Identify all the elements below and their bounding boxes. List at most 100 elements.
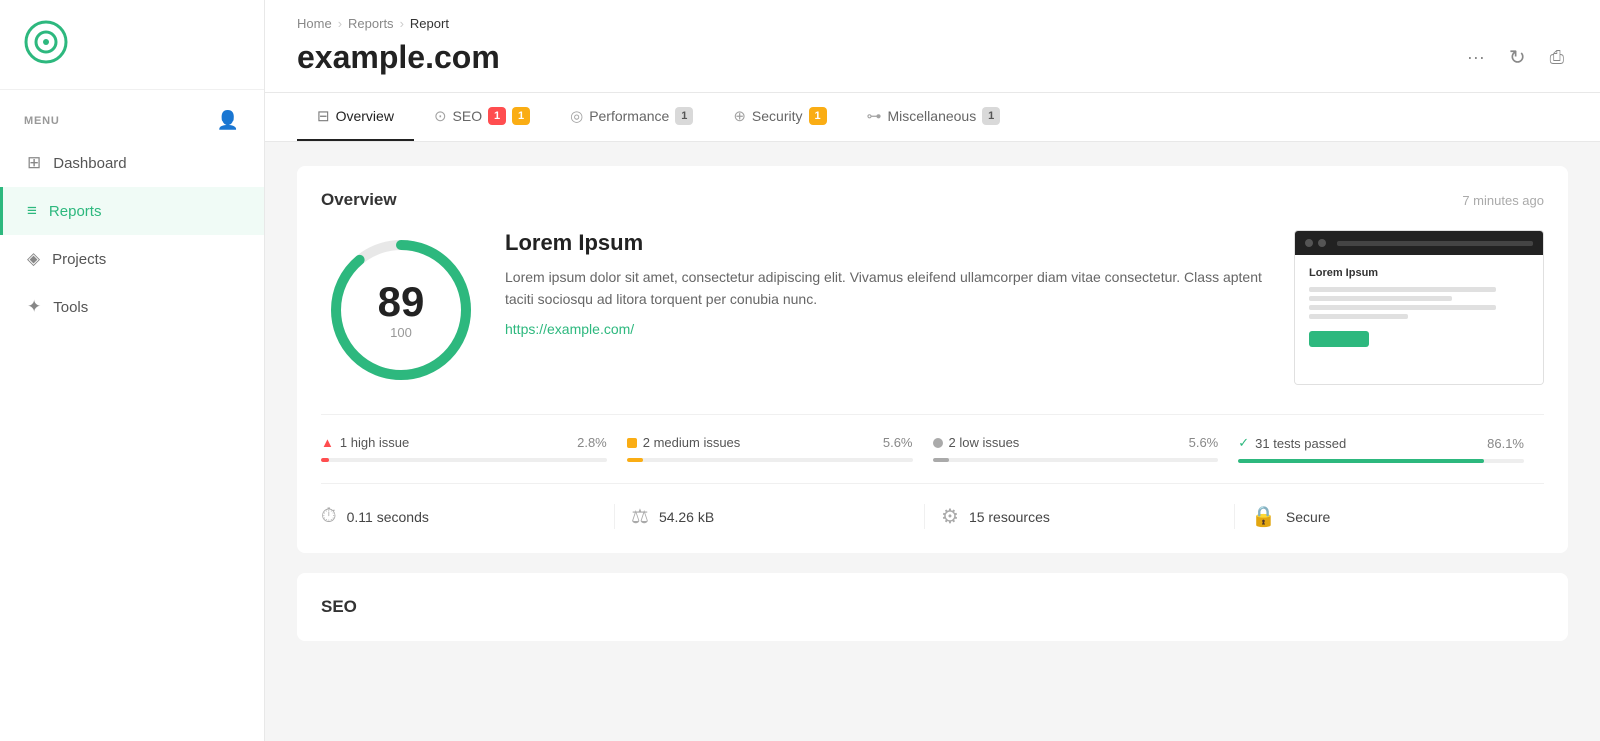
thumb-button: [1309, 331, 1369, 347]
seo-badge-yellow: 1: [512, 107, 530, 125]
performance-badge: 1: [675, 107, 693, 125]
overview-info-title: Lorem Ipsum: [505, 230, 1270, 256]
overview-info: Lorem Ipsum Lorem ipsum dolor sit amet, …: [505, 230, 1270, 339]
sidebar: MENU 👤 ⊞ Dashboard ≡ Reports ◈ Projects …: [0, 0, 265, 741]
issue-medium: 2 medium issues 5.6%: [627, 435, 933, 462]
sidebar-item-tools[interactable]: ✦ Tools: [0, 283, 264, 331]
seo-tab-icon: ⊙: [434, 107, 447, 125]
stats-row: ⏱ 0.11 seconds ⚖ 54.26 kB ⚙ 15 resources…: [321, 483, 1544, 529]
issues-row: ▲ 1 high issue 2.8% 2 medium issues 5.6%: [321, 414, 1544, 463]
thumb-body: Lorem Ipsum: [1295, 255, 1543, 384]
thumb-line-4: [1309, 314, 1408, 319]
high-issue-label: 1 high issue: [340, 435, 571, 450]
security-badge: 1: [809, 107, 827, 125]
passed-pct: 86.1%: [1487, 436, 1524, 451]
issue-medium-header: 2 medium issues 5.6%: [627, 435, 913, 450]
stat-resources: ⚙ 15 resources: [924, 504, 1234, 529]
passed-bar-fill: [1238, 459, 1484, 463]
dashboard-icon: ⊞: [27, 153, 41, 173]
medium-issue-pct: 5.6%: [883, 435, 913, 450]
overview-link[interactable]: https://example.com/: [505, 321, 634, 337]
sidebar-item-projects[interactable]: ◈ Projects: [0, 235, 264, 283]
issue-low-header: 2 low issues 5.6%: [933, 435, 1219, 450]
tools-icon: ✦: [27, 297, 41, 317]
misc-tab-icon: ⊶: [867, 107, 882, 125]
low-issue-icon: [933, 438, 943, 448]
performance-tab-icon: ◎: [570, 107, 583, 125]
medium-issue-bar-bg: [627, 458, 913, 462]
page-title: example.com: [297, 39, 500, 76]
high-issue-icon: ▲: [321, 435, 334, 450]
time-icon: ⏱: [321, 505, 337, 528]
score-circle: 89 100: [321, 230, 481, 390]
stat-security: 🔒 Secure: [1234, 504, 1544, 529]
issue-high-header: ▲ 1 high issue 2.8%: [321, 435, 607, 450]
security-tab-icon: ⊕: [733, 107, 746, 125]
tabs-bar: ⊟ Overview ⊙ SEO 1 1 ◎ Performance 1 ⊕ S…: [265, 93, 1600, 142]
size-icon: ⚖: [631, 504, 649, 529]
resources-icon: ⚙: [941, 504, 959, 529]
stat-security-value: Secure: [1286, 509, 1330, 525]
user-icon[interactable]: 👤: [217, 110, 240, 131]
tab-security[interactable]: ⊕ Security 1: [713, 93, 846, 141]
content-area: Overview 7 minutes ago 89 100: [265, 142, 1600, 665]
topbar: Home › Reports › Report example.com ··· …: [265, 0, 1600, 93]
issue-low: 2 low issues 5.6%: [933, 435, 1239, 462]
app-logo: [24, 20, 68, 64]
thumb-address-bar: [1337, 241, 1533, 246]
stat-size-value: 54.26 kB: [659, 509, 714, 525]
misc-badge: 1: [982, 107, 1000, 125]
seo-badge-red: 1: [488, 107, 506, 125]
print-button[interactable]: ⎙: [1546, 43, 1568, 72]
preview-thumbnail: Lorem Ipsum: [1294, 230, 1544, 385]
sidebar-item-dashboard[interactable]: ⊞ Dashboard: [0, 139, 264, 187]
overview-card: Overview 7 minutes ago 89 100: [297, 166, 1568, 553]
stat-size: ⚖ 54.26 kB: [614, 504, 924, 529]
breadcrumb: Home › Reports › Report: [297, 16, 1568, 31]
tab-miscellaneous[interactable]: ⊶ Miscellaneous 1: [847, 93, 1021, 141]
score-text: 89 100: [378, 281, 425, 340]
tab-seo[interactable]: ⊙ SEO 1 1: [414, 93, 550, 141]
high-issue-bar-fill: [321, 458, 329, 462]
breadcrumb-sep-1: ›: [338, 16, 342, 31]
overview-header: Overview 7 minutes ago: [321, 190, 1544, 210]
topbar-actions: ··· ↻ ⎙: [1463, 41, 1568, 74]
thumb-dot-2: [1318, 239, 1326, 247]
stat-resources-value: 15 resources: [969, 509, 1050, 525]
overview-time: 7 minutes ago: [1462, 193, 1544, 208]
tab-overview[interactable]: ⊟ Overview: [297, 93, 414, 141]
overview-section-title: Overview: [321, 190, 397, 210]
more-options-button[interactable]: ···: [1463, 43, 1489, 72]
thumb-title: Lorem Ipsum: [1309, 267, 1378, 279]
passed-label: 31 tests passed: [1255, 436, 1481, 451]
passed-icon: ✓: [1238, 435, 1249, 451]
thumb-line-1: [1309, 287, 1496, 292]
overview-body: 89 100 Lorem Ipsum Lorem ipsum dolor sit…: [321, 230, 1544, 390]
security-stat-icon: 🔒: [1251, 504, 1276, 529]
sidebar-nav: ⊞ Dashboard ≡ Reports ◈ Projects ✦ Tools: [0, 139, 264, 331]
thumb-dot-1: [1305, 239, 1313, 247]
low-issue-pct: 5.6%: [1189, 435, 1219, 450]
issue-passed: ✓ 31 tests passed 86.1%: [1238, 435, 1544, 463]
medium-issue-label: 2 medium issues: [643, 435, 877, 450]
low-issue-bar-fill: [933, 458, 949, 462]
seo-section: SEO: [297, 573, 1568, 641]
reports-icon: ≡: [27, 201, 37, 221]
overview-tab-icon: ⊟: [317, 107, 330, 125]
projects-icon: ◈: [27, 249, 40, 269]
sidebar-item-reports[interactable]: ≡ Reports: [0, 187, 264, 235]
thumb-lines: [1309, 287, 1529, 319]
medium-issue-icon: [627, 438, 637, 448]
thumb-line-2: [1309, 296, 1452, 301]
medium-issue-bar-fill: [627, 458, 643, 462]
issue-high: ▲ 1 high issue 2.8%: [321, 435, 627, 462]
refresh-button[interactable]: ↻: [1505, 41, 1530, 74]
high-issue-bar-bg: [321, 458, 607, 462]
menu-label: MENU 👤: [0, 90, 264, 139]
logo-area: [0, 0, 264, 90]
issue-passed-header: ✓ 31 tests passed 86.1%: [1238, 435, 1524, 451]
score-total: 100: [378, 325, 425, 340]
low-issue-bar-bg: [933, 458, 1219, 462]
tab-performance[interactable]: ◎ Performance 1: [550, 93, 713, 141]
breadcrumb-sep-2: ›: [400, 16, 404, 31]
